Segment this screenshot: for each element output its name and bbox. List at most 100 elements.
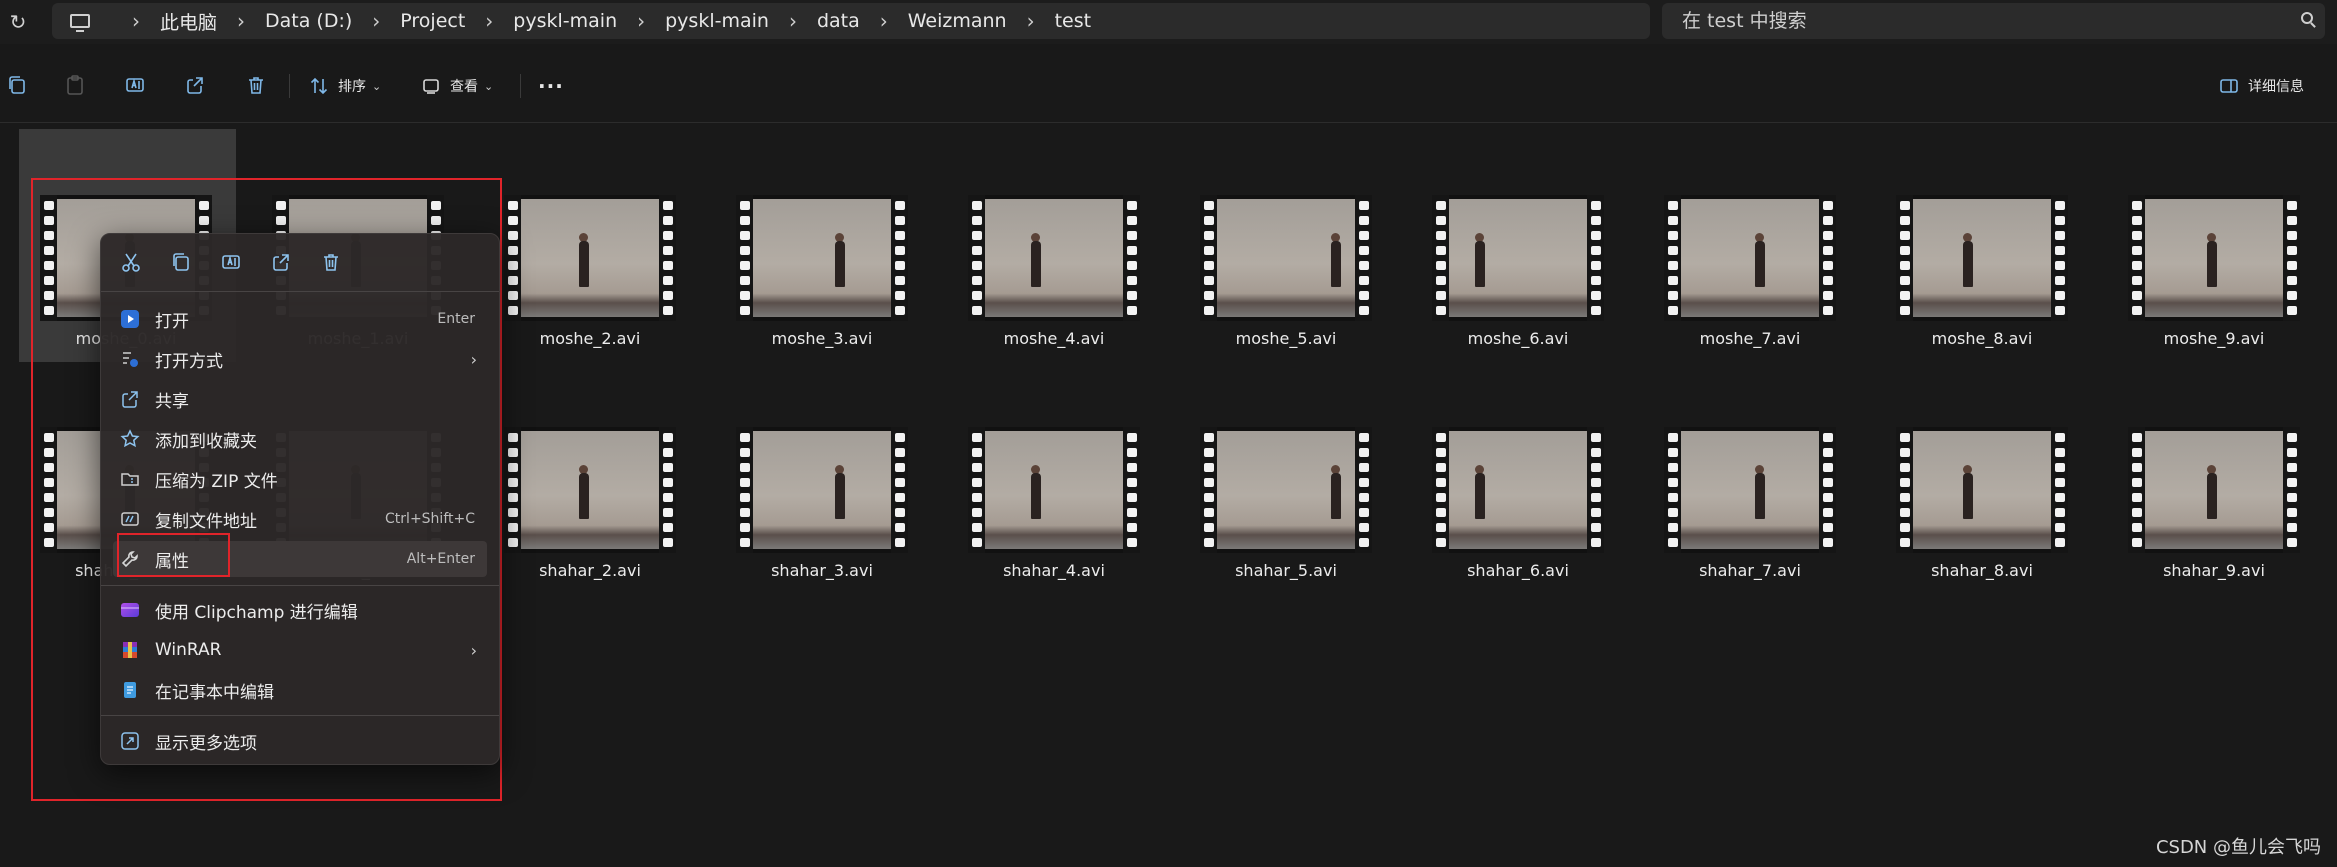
menu-item-open[interactable]: 打开 Enter [113, 301, 487, 337]
file-name: moshe_9.avi [2163, 329, 2265, 348]
sort-button[interactable]: 排序 ⌄ [308, 72, 381, 100]
file-item[interactable]: moshe_6.avi [1374, 120, 1606, 348]
file-item[interactable]: shahar_4.avi [910, 352, 1142, 580]
file-name: shahar_9.avi [2163, 561, 2265, 580]
this-pc-icon[interactable] [70, 14, 90, 32]
menu-item-share[interactable]: 共享 [113, 381, 487, 417]
menu-item-properties[interactable]: 属性 Alt+Enter [113, 541, 487, 577]
breadcrumb-item[interactable]: Weizmann › [908, 9, 1055, 33]
chevron-right-icon[interactable]: › [1027, 9, 1035, 33]
file-name: moshe_8.avi [1931, 329, 2033, 348]
divider [101, 585, 499, 586]
film-strip [1200, 195, 1217, 321]
breadcrumb-item[interactable]: pyskl-main › [665, 9, 817, 33]
search-input[interactable] [1680, 9, 2274, 33]
search-icon[interactable] [2301, 12, 2313, 24]
video-frame [1449, 199, 1587, 317]
delete-icon[interactable] [245, 74, 267, 96]
open-with-icon [119, 348, 141, 370]
breadcrumb-item[interactable]: test [1055, 10, 1092, 32]
file-name: moshe_7.avi [1699, 329, 1801, 348]
file-name: moshe_5.avi [1235, 329, 1337, 348]
film-strip [1664, 195, 1681, 321]
paste-icon[interactable] [64, 74, 86, 96]
file-item[interactable]: moshe_7.avi [1606, 120, 1838, 348]
file-item[interactable]: shahar_6.avi [1374, 352, 1606, 580]
file-name: shahar_5.avi [1235, 561, 1337, 580]
menu-item-compress-zip[interactable]: 压缩为 ZIP 文件 [113, 461, 487, 497]
refresh-icon[interactable]: ↻ [6, 10, 30, 34]
breadcrumb-item[interactable]: 此电脑 › [160, 8, 265, 35]
menu-item-clipchamp[interactable]: 使用 Clipchamp 进行编辑 [113, 592, 487, 628]
menu-item-show-more[interactable]: 显示更多选项 [113, 723, 487, 759]
details-pane-button[interactable]: 详细信息 [2218, 72, 2304, 100]
chevron-right-icon: › [470, 349, 477, 369]
chevron-down-icon: ⌄ [372, 79, 382, 93]
copy-icon[interactable] [6, 74, 28, 96]
video-thumbnail [1432, 427, 1604, 553]
chevron-right-icon[interactable]: › [132, 9, 140, 33]
open-icon [119, 308, 141, 330]
rename-icon[interactable] [220, 251, 242, 273]
video-thumbnail [2128, 427, 2300, 553]
chevron-right-icon[interactable]: › [880, 9, 888, 33]
film-strip [968, 427, 985, 553]
command-bar: 排序 ⌄ 查看 ⌄ ··· 详细信息 [0, 48, 2337, 123]
delete-icon[interactable] [320, 251, 342, 273]
file-item[interactable]: shahar_9.avi [2070, 352, 2302, 580]
file-item[interactable]: shahar_7.avi [1606, 352, 1838, 580]
view-button[interactable]: 查看 ⌄ [420, 72, 493, 100]
file-item[interactable]: moshe_9.avi [2070, 120, 2302, 348]
chevron-right-icon[interactable]: › [637, 9, 645, 33]
video-frame [2145, 199, 2283, 317]
breadcrumb-item[interactable]: pyskl-main › [513, 9, 665, 33]
video-frame [2145, 431, 2283, 549]
rename-icon[interactable] [124, 74, 146, 96]
address-toolbar: ↻ › 此电脑 › Data (D:) › Project › pyskl-main ›… [0, 0, 2337, 44]
breadcrumb-item[interactable]: Data (D:) › [265, 9, 400, 33]
video-thumbnail [2128, 195, 2300, 321]
menu-item-copy-path[interactable]: 复制文件地址 Ctrl+Shift+C [113, 501, 487, 537]
view-icon [423, 79, 439, 94]
film-strip [1432, 427, 1449, 553]
chevron-right-icon[interactable]: › [372, 9, 380, 33]
breadcrumb-item[interactable]: Project › [400, 9, 513, 33]
share-icon[interactable] [184, 74, 206, 96]
file-item[interactable]: shahar_3.avi [678, 352, 910, 580]
video-frame [1681, 199, 1819, 317]
search-box[interactable] [1662, 3, 2325, 39]
copy-icon[interactable] [170, 251, 192, 273]
menu-item-winrar[interactable]: WinRAR › [113, 632, 487, 668]
file-item[interactable]: moshe_4.avi [910, 120, 1142, 348]
video-thumbnail [736, 195, 908, 321]
chevron-right-icon[interactable]: › [789, 9, 797, 33]
file-item[interactable]: shahar_8.avi [1838, 352, 2070, 580]
file-item[interactable]: moshe_8.avi [1838, 120, 2070, 348]
share-icon[interactable] [270, 251, 292, 273]
file-name: moshe_6.avi [1467, 329, 1569, 348]
chevron-right-icon[interactable]: › [485, 9, 493, 33]
film-strip [1819, 427, 1836, 553]
breadcrumb-item[interactable]: data › [817, 9, 908, 33]
file-item[interactable]: shahar_5.avi [1142, 352, 1374, 580]
film-strip [504, 195, 521, 321]
film-strip [1123, 195, 1140, 321]
chevron-right-icon: › [470, 640, 477, 660]
menu-item-open-with[interactable]: 打开方式 › [113, 341, 487, 377]
file-item[interactable]: moshe_3.avi [678, 120, 910, 348]
video-frame [753, 199, 891, 317]
video-thumbnail [504, 195, 676, 321]
file-item[interactable]: moshe_5.avi [1142, 120, 1374, 348]
more-options-button[interactable]: ··· [538, 72, 564, 100]
breadcrumb[interactable]: › 此电脑 › Data (D:) › Project › pyskl-main › p… [52, 3, 1650, 39]
film-strip [2051, 427, 2068, 553]
menu-item-add-favorites[interactable]: 添加到收藏夹 [113, 421, 487, 457]
film-strip [1896, 195, 1913, 321]
chevron-right-icon[interactable]: › [237, 9, 245, 33]
show-more-icon [119, 730, 141, 752]
cut-icon[interactable] [120, 251, 142, 273]
file-name: shahar_3.avi [771, 561, 873, 580]
film-strip [659, 195, 676, 321]
menu-item-notepad[interactable]: 在记事本中编辑 [113, 672, 487, 708]
film-strip [659, 427, 676, 553]
